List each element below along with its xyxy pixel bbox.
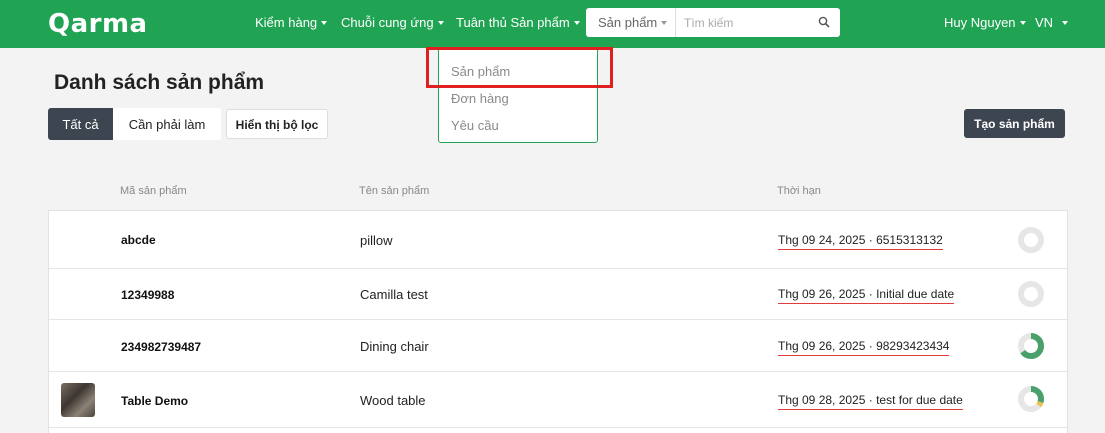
nav-inspection-label: Kiểm hàng [255, 15, 318, 30]
search-input[interactable] [678, 8, 808, 37]
user-menu[interactable]: Huy Nguyen [944, 15, 1026, 30]
table-row[interactable]: 234982739487 Dining chair Thg 09 26, 202… [49, 320, 1067, 372]
chevron-down-icon [661, 21, 668, 25]
nav-supply-chain[interactable]: Chuỗi cung ứng [341, 15, 444, 30]
page-title: Danh sách sản phẩm [54, 71, 265, 94]
product-code: 12349988 [121, 288, 175, 302]
search-bar: Sản phẩm [586, 8, 840, 37]
search-type-label: Sản phẩm [598, 15, 658, 30]
product-name: pillow [360, 233, 393, 248]
dropdown-item-orders[interactable]: Đơn hàng [451, 91, 509, 106]
due-date: Thg 09 26, 2025 · Initial due date [778, 287, 955, 304]
dropdown-item-requests[interactable]: Yêu cầu [451, 118, 499, 133]
table-row[interactable]: 12349988 Camilla test Thg 09 26, 2025 · … [49, 269, 1067, 320]
table-row[interactable]: abcde pillow Thg 09 24, 2025 · 651531313… [49, 211, 1067, 269]
progress-ring-icon [1018, 281, 1044, 307]
language-label: VN [1035, 15, 1054, 30]
progress-ring-icon [1018, 333, 1044, 359]
progress-ring-icon [1018, 386, 1044, 412]
search-icon[interactable] [818, 16, 830, 28]
user-name: Huy Nguyen [944, 15, 1016, 30]
product-code: 234982739487 [121, 340, 202, 354]
top-navigation-bar: Qarma Kiểm hàng Chuỗi cung ứng Tuân thủ … [0, 0, 1105, 48]
due-date: Thg 09 28, 2025 · test for due date [778, 393, 963, 410]
tab-bar: Tất cả Cần phải làm [48, 108, 221, 140]
product-table: abcde pillow Thg 09 24, 2025 · 651531313… [48, 210, 1068, 433]
chevron-down-icon [1062, 21, 1069, 25]
language-menu[interactable]: VN [1035, 15, 1069, 30]
progress-ring-icon [1018, 227, 1044, 253]
nav-product-compliance[interactable]: Tuân thủ Sản phẩm [456, 15, 580, 30]
brand-logo[interactable]: Qarma [48, 9, 148, 39]
nav-inspection[interactable]: Kiểm hàng [255, 15, 328, 30]
show-filters-button[interactable]: Hiển thị bộ lọc [226, 109, 328, 139]
product-name: Dining chair [360, 339, 429, 354]
column-header-code[interactable]: Mã sản phẩm [120, 185, 187, 197]
column-header-name[interactable]: Tên sản phẩm [359, 185, 429, 197]
tab-all[interactable]: Tất cả [48, 108, 113, 140]
highlight-annotation [426, 47, 613, 88]
chevron-down-icon [437, 21, 444, 25]
product-code: Table Demo [121, 394, 189, 408]
nav-product-compliance-label: Tuân thủ Sản phẩm [456, 15, 570, 30]
table-row[interactable]: Table Demo Wood table Thg 09 28, 2025 · … [49, 372, 1067, 428]
chevron-down-icon [321, 21, 328, 25]
product-name: Camilla test [360, 287, 428, 302]
column-header-due[interactable]: Thời hạn [777, 185, 821, 197]
nav-supply-chain-label: Chuỗi cung ứng [341, 15, 434, 30]
tab-todo[interactable]: Cần phải làm [113, 108, 221, 140]
chevron-down-icon [1019, 21, 1026, 25]
chevron-down-icon [573, 21, 580, 25]
product-thumbnail [61, 383, 95, 417]
product-code: abcde [121, 233, 156, 247]
due-date: Thg 09 26, 2025 · 98293423434 [778, 339, 950, 356]
product-name: Wood table [360, 393, 426, 408]
due-date: Thg 09 24, 2025 · 6515313132 [778, 233, 943, 250]
search-type-select[interactable]: Sản phẩm [586, 8, 676, 37]
create-product-button[interactable]: Tạo sản phẩm [964, 109, 1065, 138]
